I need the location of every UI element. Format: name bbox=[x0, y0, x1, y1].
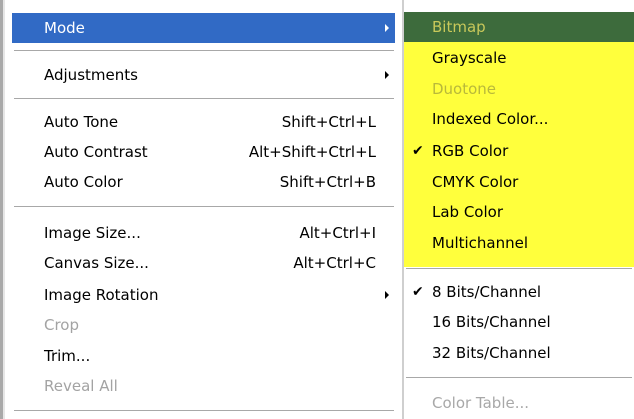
menu-item-image-rotation[interactable]: Image Rotation bbox=[12, 280, 395, 310]
menu-item-auto-color[interactable]: Auto Color Shift+Ctrl+B bbox=[12, 167, 395, 197]
submenu-item-32-bits[interactable]: 32 Bits/Channel bbox=[404, 338, 634, 368]
submenu-item-color-table[interactable]: Color Table... bbox=[404, 388, 634, 418]
menu-item-label: Reveal All bbox=[44, 377, 118, 395]
submenu-arrow-icon bbox=[385, 24, 389, 32]
checkmark-icon: ✔ bbox=[412, 143, 424, 159]
submenu-item-label: RGB Color bbox=[432, 142, 509, 160]
submenu-item-label: 32 Bits/Channel bbox=[432, 344, 551, 362]
menu-item-shortcut: Alt+Ctrl+I bbox=[299, 224, 376, 242]
menu-item-label: Auto Tone bbox=[44, 113, 119, 131]
menu-separator bbox=[14, 206, 394, 208]
menu-item-label: Adjustments bbox=[44, 66, 138, 84]
menu-item-label: Mode bbox=[44, 19, 85, 37]
menu-item-label: Auto Color bbox=[44, 173, 123, 191]
submenu-separator bbox=[406, 377, 632, 379]
submenu-item-label: CMYK Color bbox=[432, 173, 519, 191]
submenu-item-label: Lab Color bbox=[432, 203, 504, 221]
submenu-item-rgb-color[interactable]: ✔ RGB Color bbox=[404, 136, 634, 166]
menu-item-label: Auto Contrast bbox=[44, 143, 148, 161]
submenu-item-indexed-color[interactable]: Indexed Color... bbox=[404, 104, 634, 134]
menu-item-shortcut: Shift+Ctrl+B bbox=[279, 173, 376, 191]
submenu-item-bitmap[interactable]: Bitmap bbox=[404, 12, 634, 42]
submenu-item-label: Multichannel bbox=[432, 234, 529, 252]
menu-item-label: Trim... bbox=[44, 347, 91, 365]
menu-item-label: Image Size... bbox=[44, 224, 141, 242]
menu-item-canvas-size[interactable]: Canvas Size... Alt+Ctrl+C bbox=[12, 248, 395, 278]
submenu-separator bbox=[406, 268, 632, 270]
menu-item-adjustments[interactable]: Adjustments bbox=[12, 60, 395, 90]
submenu-arrow-icon bbox=[385, 71, 389, 79]
checkmark-icon: ✔ bbox=[412, 284, 424, 300]
menu-item-label: Crop bbox=[44, 316, 80, 334]
submenu-item-label: Grayscale bbox=[432, 49, 507, 67]
menu-item-reveal-all[interactable]: Reveal All bbox=[12, 371, 395, 401]
menu-item-trim[interactable]: Trim... bbox=[12, 341, 395, 371]
submenu-item-label: Indexed Color... bbox=[432, 110, 549, 128]
menu-separator bbox=[14, 98, 394, 100]
submenu-item-8-bits[interactable]: ✔ 8 Bits/Channel bbox=[404, 277, 634, 307]
submenu-item-lab-color[interactable]: Lab Color bbox=[404, 197, 634, 227]
image-menu: Mode Adjustments Auto Tone Shift+Ctrl+L … bbox=[0, 0, 401, 419]
menu-item-mode[interactable]: Mode bbox=[12, 13, 395, 43]
menu-item-shortcut: Alt+Shift+Ctrl+L bbox=[248, 143, 376, 161]
menu-item-auto-contrast[interactable]: Auto Contrast Alt+Shift+Ctrl+L bbox=[12, 137, 395, 167]
menu-separator bbox=[14, 410, 394, 412]
menu-item-image-size[interactable]: Image Size... Alt+Ctrl+I bbox=[12, 218, 395, 248]
submenu-item-multichannel[interactable]: Multichannel bbox=[404, 228, 634, 258]
submenu-item-label: Color Table... bbox=[432, 394, 530, 412]
submenu-item-label: 16 Bits/Channel bbox=[432, 313, 551, 331]
submenu-item-16-bits[interactable]: 16 Bits/Channel bbox=[404, 307, 634, 337]
submenu-arrow-icon bbox=[385, 291, 389, 299]
submenu-item-label: 8 Bits/Channel bbox=[432, 283, 542, 301]
submenu-item-cmyk-color[interactable]: CMYK Color bbox=[404, 167, 634, 197]
menu-item-shortcut: Alt+Ctrl+C bbox=[293, 254, 376, 272]
submenu-item-duotone[interactable]: Duotone bbox=[404, 74, 634, 104]
submenu-item-grayscale[interactable]: Grayscale bbox=[404, 43, 634, 73]
menu-item-crop[interactable]: Crop bbox=[12, 310, 395, 340]
menu-item-label: Image Rotation bbox=[44, 286, 159, 304]
menu-item-label: Canvas Size... bbox=[44, 254, 149, 272]
menu-item-auto-tone[interactable]: Auto Tone Shift+Ctrl+L bbox=[12, 107, 395, 137]
submenu-item-label: Duotone bbox=[432, 80, 497, 98]
menu-separator bbox=[14, 50, 394, 52]
menu-left-bevel bbox=[3, 0, 5, 419]
mode-submenu: Bitmap Grayscale Duotone Indexed Color..… bbox=[402, 0, 634, 419]
menu-item-shortcut: Shift+Ctrl+L bbox=[281, 113, 376, 131]
submenu-item-label: Bitmap bbox=[432, 18, 486, 36]
